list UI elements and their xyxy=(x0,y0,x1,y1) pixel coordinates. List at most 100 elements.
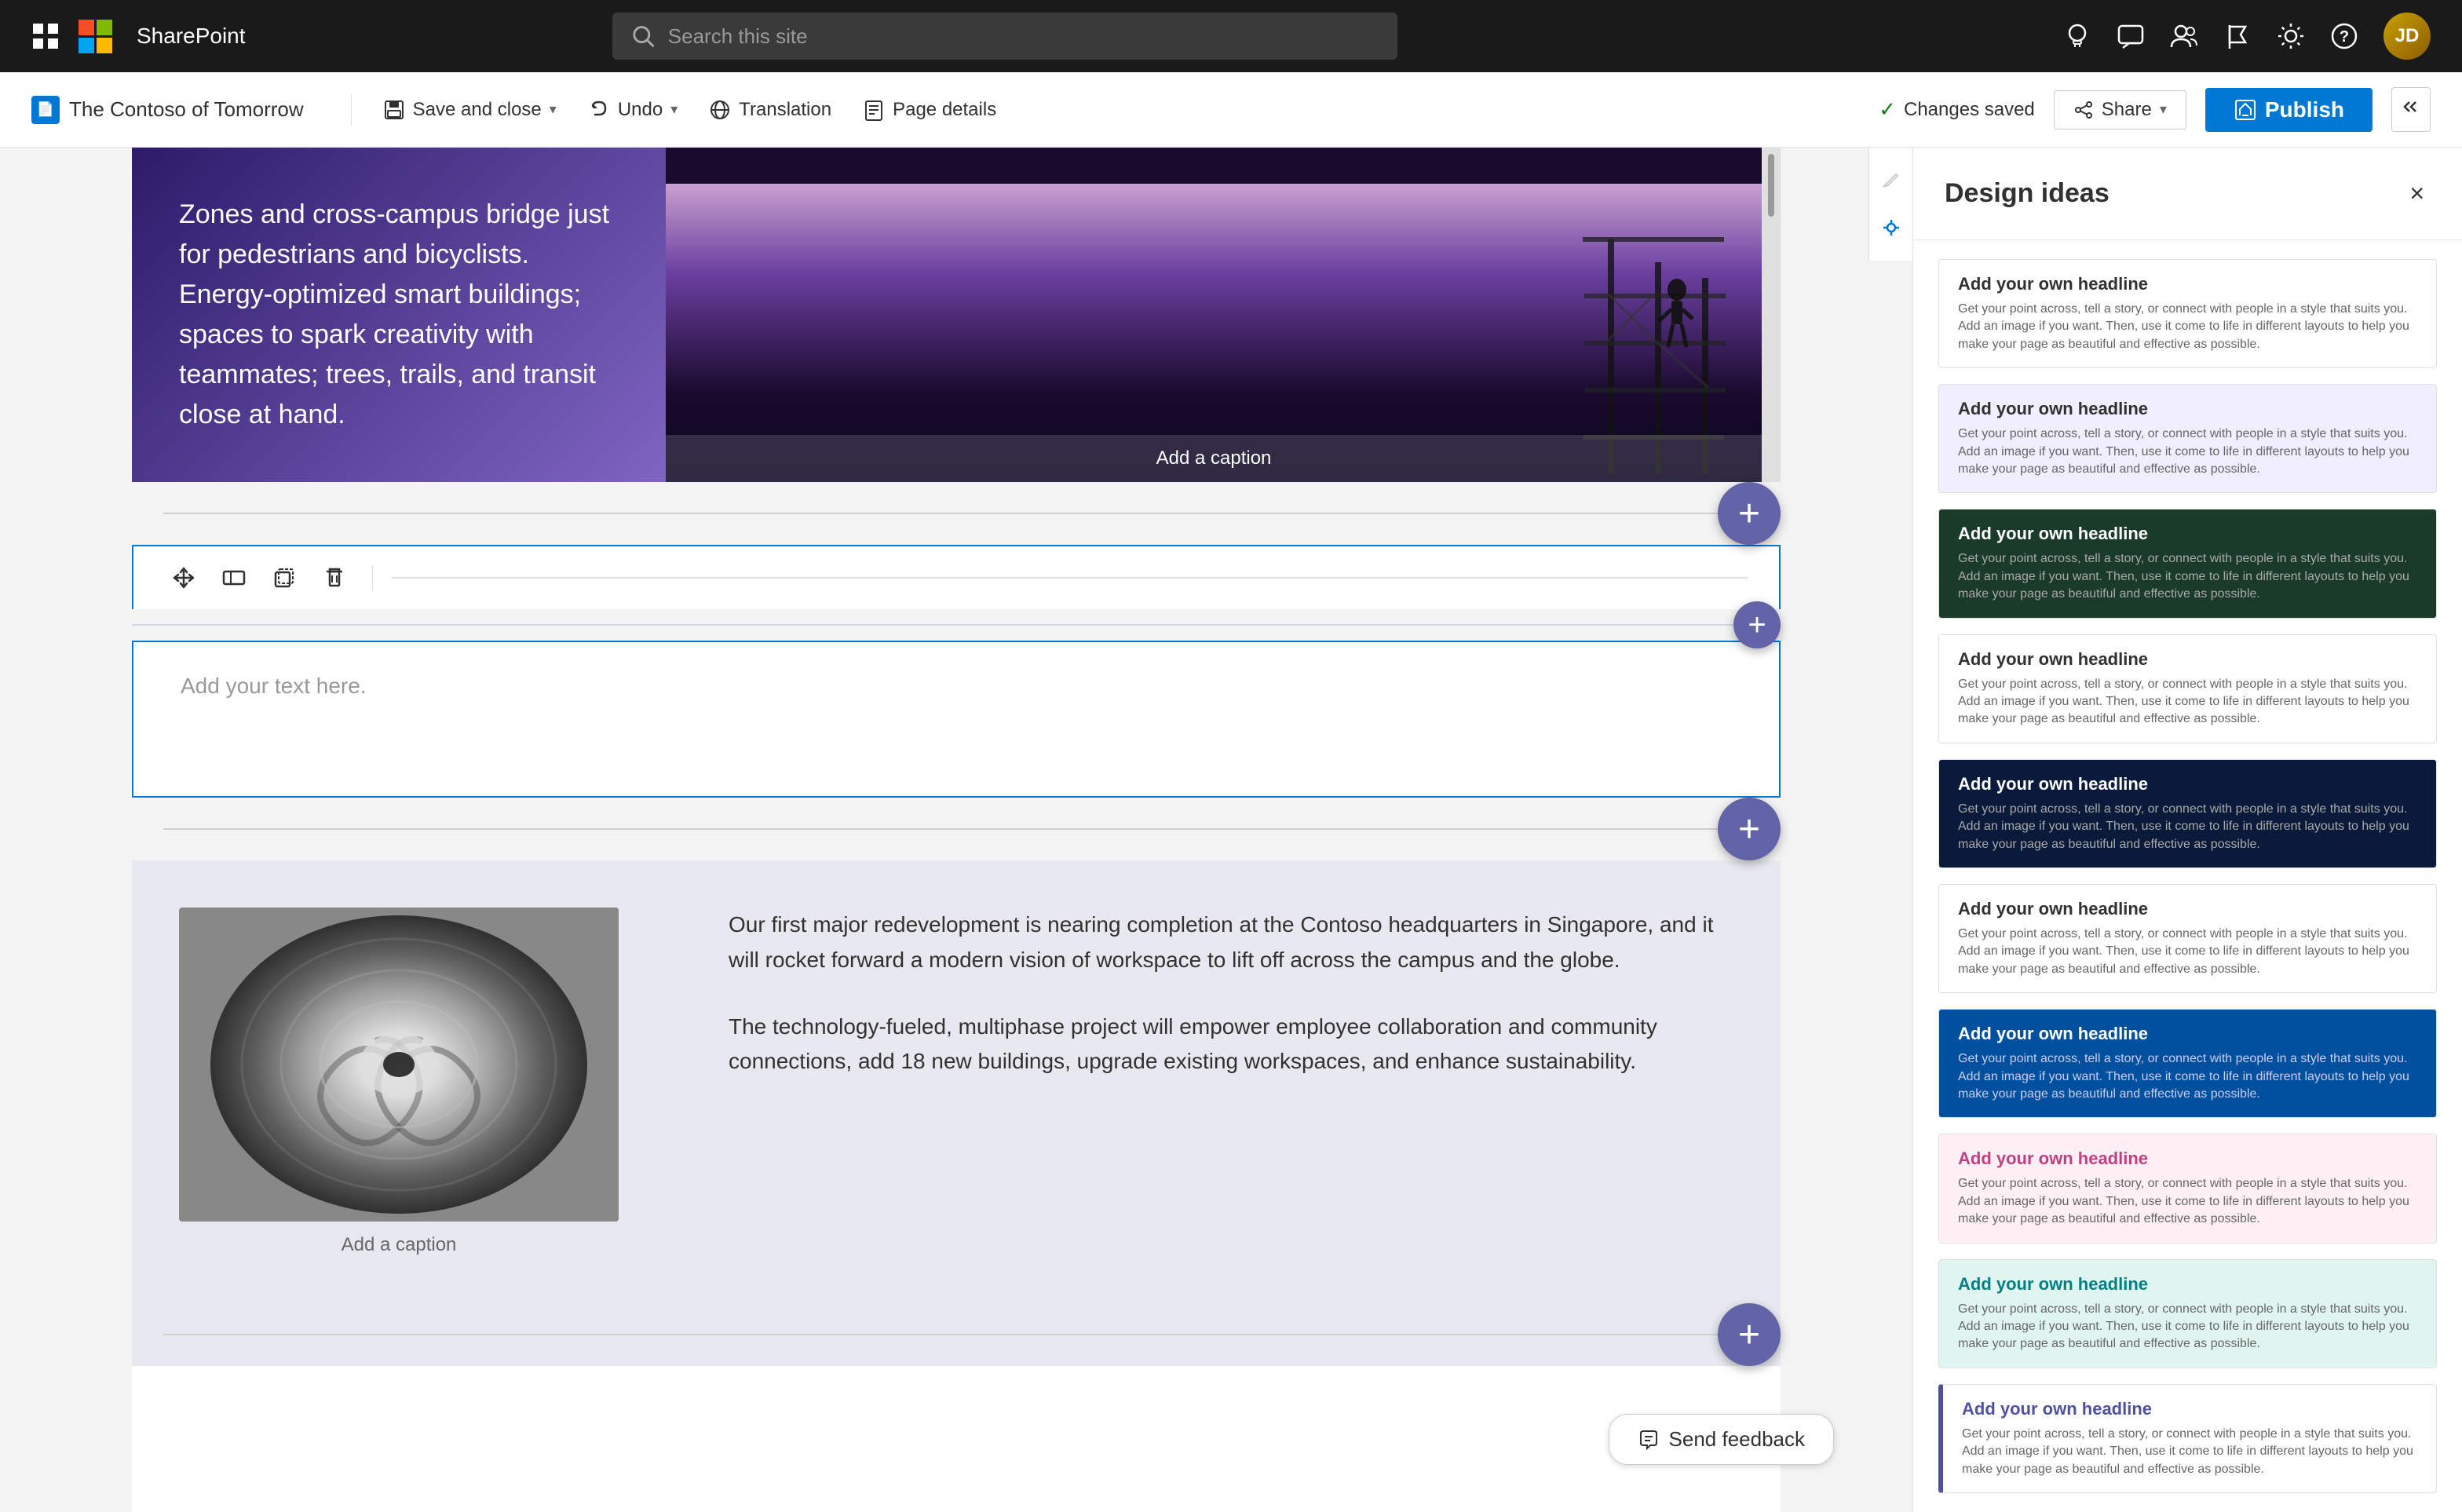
float-right-toolbar xyxy=(1868,148,1912,261)
page-details-label: Page details xyxy=(893,99,996,121)
send-feedback-button[interactable]: Send feedback xyxy=(1609,1414,1834,1465)
save-close-button[interactable]: Save and close ▾ xyxy=(367,91,572,129)
separator-line-3 xyxy=(163,1334,1749,1335)
design-card-body-2: Get your point across, tell a story, or … xyxy=(1958,550,2417,603)
svg-text:?: ? xyxy=(2340,28,2349,46)
share-caret: ▾ xyxy=(2160,101,2167,118)
toolbar-divider-1 xyxy=(351,94,352,126)
section-settings-button[interactable] xyxy=(215,559,253,597)
add-section-button-3[interactable]: + xyxy=(1718,1303,1781,1366)
people-icon[interactable] xyxy=(2170,22,2198,50)
toolbar: 📄 The Contoso of Tomorrow Save and close… xyxy=(0,72,2462,148)
collapse-button[interactable] xyxy=(2391,87,2431,132)
float-design-ideas-button[interactable] xyxy=(1871,207,1912,248)
grid-menu-icon[interactable] xyxy=(31,22,60,50)
design-ideas-panel: Design ideas × Add your own headline Get… xyxy=(1912,148,2462,1512)
float-edit-button[interactable] xyxy=(1871,160,1912,201)
duplicate-button[interactable] xyxy=(265,559,303,597)
user-avatar[interactable]: JD xyxy=(2383,13,2431,60)
undo-label: Undo xyxy=(618,99,663,121)
translation-icon xyxy=(709,99,731,121)
design-card-9[interactable]: Add your own headline Get your point acr… xyxy=(1938,1384,2437,1493)
bottom-image-caption[interactable]: Add a caption xyxy=(342,1234,457,1256)
bottom-paragraph-2: The technology-fueled, multiphase projec… xyxy=(729,1010,1718,1080)
design-card-5[interactable]: Add your own headline Get your point acr… xyxy=(1938,884,2437,993)
tool-line xyxy=(392,577,1748,579)
settings-icon[interactable] xyxy=(2277,22,2305,50)
translation-label: Translation xyxy=(739,99,831,121)
publish-icon xyxy=(2234,98,2257,122)
help-icon[interactable]: ? xyxy=(2330,22,2358,50)
bottom-image xyxy=(179,908,619,1222)
microsoft-logo[interactable] xyxy=(79,20,111,53)
design-card-headline-2: Add your own headline xyxy=(1958,524,2417,544)
design-card-3[interactable]: Add your own headline Get your point acr… xyxy=(1938,634,2437,743)
design-card-8[interactable]: Add your own headline Get your point acr… xyxy=(1938,1259,2437,1368)
add-section-button-2[interactable]: + xyxy=(1718,798,1781,860)
search-input[interactable] xyxy=(668,24,1379,49)
scroll-thumb xyxy=(1768,154,1774,217)
add-webpart-button[interactable]: + xyxy=(1733,601,1781,648)
save-close-label: Save and close xyxy=(413,99,542,121)
share-label: Share xyxy=(2102,99,2152,121)
move-tool-button[interactable] xyxy=(165,559,203,597)
design-card-body-1: Get your point across, tell a story, or … xyxy=(1958,425,2417,478)
hero-left-panel: Zones and cross-campus bridge just for p… xyxy=(132,148,666,482)
add-section-button-1[interactable]: + xyxy=(1718,482,1781,545)
undo-icon xyxy=(588,99,610,121)
separator-line xyxy=(163,513,1749,514)
chat-icon[interactable] xyxy=(2117,22,2145,50)
changes-saved-status: ✓ Changes saved xyxy=(1879,97,2035,122)
hero-image-area: Add a caption xyxy=(666,148,1781,482)
design-card-6[interactable]: Add your own headline Get your point acr… xyxy=(1938,1009,2437,1118)
text-section-wrapper: + Add your text here. xyxy=(132,545,1781,798)
design-card-1[interactable]: Add your own headline Get your point acr… xyxy=(1938,384,2437,493)
page-icon: 📄 xyxy=(31,96,60,124)
add-section-above-text: + xyxy=(132,482,1781,545)
search-bar[interactable] xyxy=(612,13,1397,60)
hero-text: Zones and cross-campus bridge just for p… xyxy=(179,195,619,435)
hero-scrollbar[interactable] xyxy=(1762,148,1781,482)
delete-button[interactable] xyxy=(316,559,353,597)
undo-caret: ▾ xyxy=(670,101,678,118)
lightbulb-icon[interactable] xyxy=(2063,22,2091,50)
flag-icon[interactable] xyxy=(2223,22,2252,50)
design-card-4[interactable]: Add your own headline Get your point acr… xyxy=(1938,759,2437,868)
design-card-7[interactable]: Add your own headline Get your point acr… xyxy=(1938,1134,2437,1243)
design-card-body-6: Get your point across, tell a story, or … xyxy=(1958,1050,2417,1103)
design-card-body-3: Get your point across, tell a story, or … xyxy=(1958,676,2417,729)
hero-image-caption[interactable]: Add a caption xyxy=(666,435,1762,482)
design-card-body-9: Get your point across, tell a story, or … xyxy=(1962,1426,2417,1478)
design-card-0[interactable]: Add your own headline Get your point acr… xyxy=(1938,259,2437,368)
design-card-body-0: Get your point across, tell a story, or … xyxy=(1958,301,2417,353)
page-details-button[interactable]: Page details xyxy=(847,91,1012,129)
collapse-icon xyxy=(2400,96,2422,118)
design-card-body-8: Get your point across, tell a story, or … xyxy=(1958,1301,2417,1353)
design-card-headline-0: Add your own headline xyxy=(1958,274,2417,294)
design-card-2[interactable]: Add your own headline Get your point acr… xyxy=(1938,509,2437,618)
top-nav: SharePoint ? JD xyxy=(0,0,2462,72)
tool-divider xyxy=(372,565,373,590)
editor-area[interactable]: Zones and cross-campus bridge just for p… xyxy=(0,148,1912,1512)
design-card-headline-7: Add your own headline xyxy=(1958,1149,2417,1169)
design-panel-content[interactable]: Add your own headline Get your point acr… xyxy=(1913,240,2462,1512)
page-content: Zones and cross-campus bridge just for p… xyxy=(132,148,1781,1512)
bottom-paragraph-1: Our first major redevelopment is nearing… xyxy=(729,908,1718,978)
section-toolbar xyxy=(132,545,1781,609)
undo-button[interactable]: Undo ▾ xyxy=(572,91,693,129)
share-icon xyxy=(2073,100,2094,120)
publish-button[interactable]: Publish xyxy=(2205,88,2373,132)
design-card-headline-3: Add your own headline xyxy=(1958,649,2417,670)
design-panel-close-button[interactable]: × xyxy=(2403,173,2431,214)
design-card-body-5: Get your point across, tell a story, or … xyxy=(1958,926,2417,978)
page-details-icon xyxy=(863,99,885,121)
design-card-headline-1: Add your own headline xyxy=(1958,399,2417,419)
search-icon xyxy=(631,24,655,49)
bottom-right-panel: Our first major redevelopment is nearing… xyxy=(666,860,1781,1303)
text-section[interactable]: Add your text here. xyxy=(132,641,1781,798)
design-card-headline-8: Add your own headline xyxy=(1958,1274,2417,1295)
share-button[interactable]: Share ▾ xyxy=(2054,90,2186,130)
hero-section: Zones and cross-campus bridge just for p… xyxy=(132,148,1781,482)
design-card-headline-4: Add your own headline xyxy=(1958,774,2417,794)
translation-button[interactable]: Translation xyxy=(693,91,847,129)
